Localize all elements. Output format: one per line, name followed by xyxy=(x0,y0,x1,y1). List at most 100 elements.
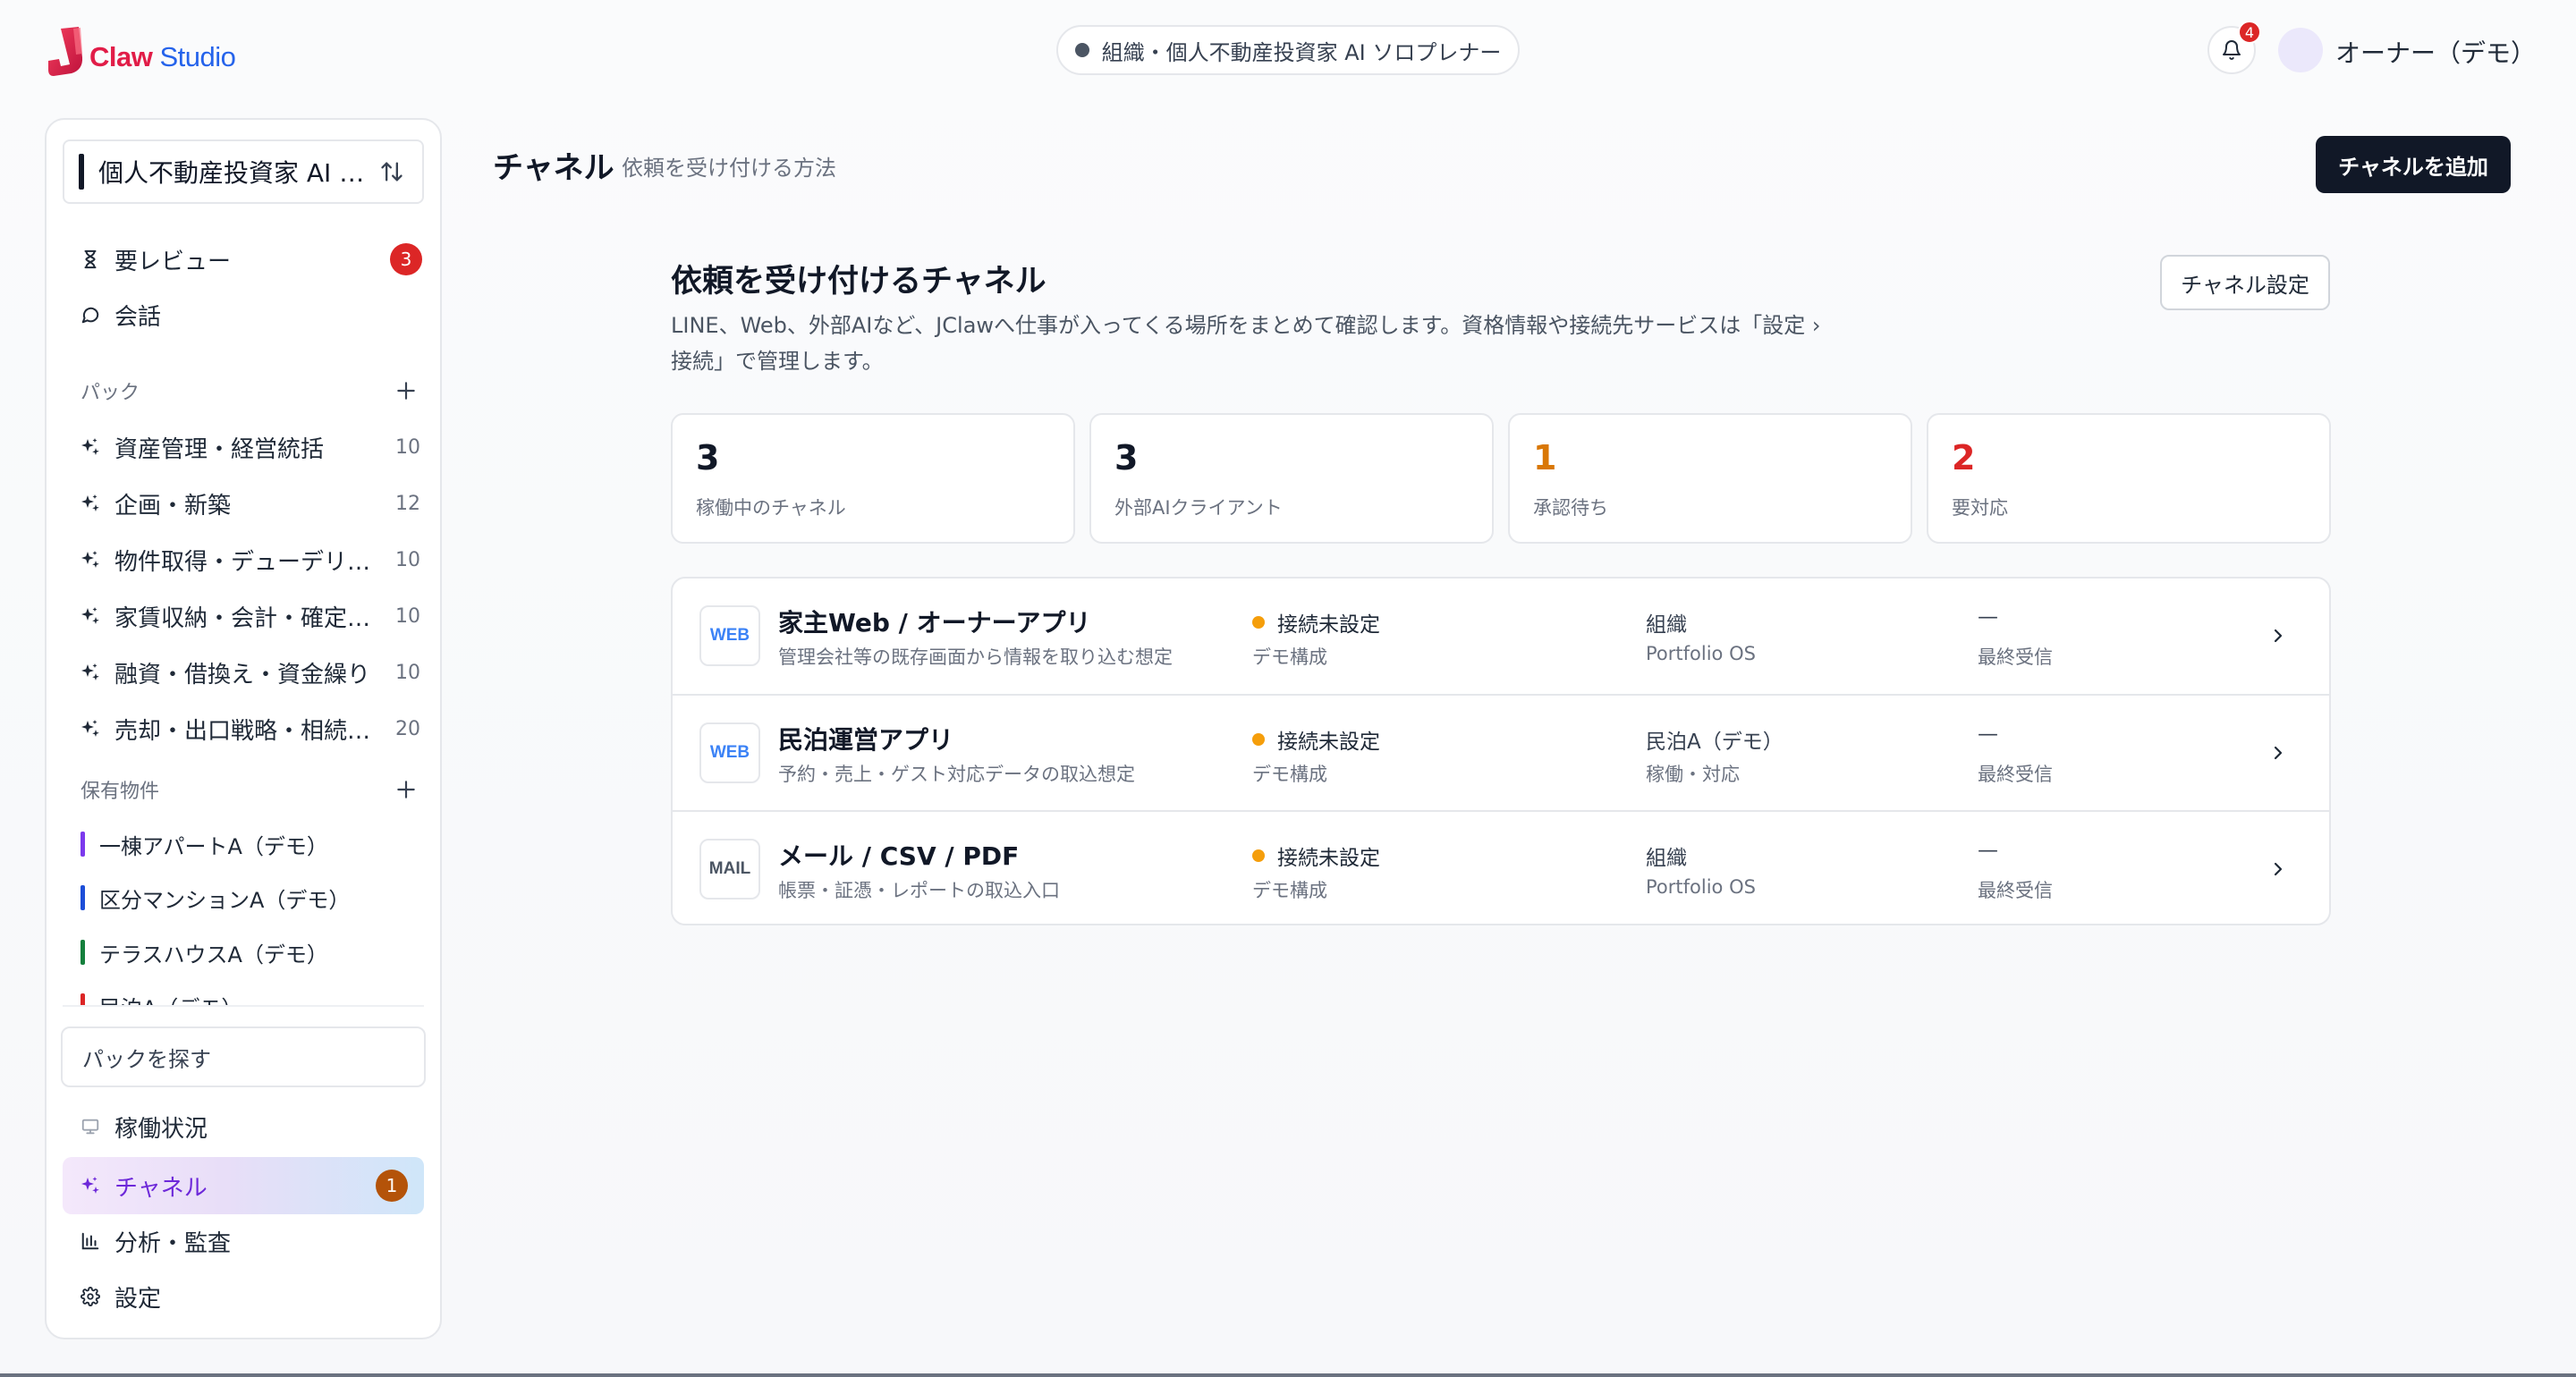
logo[interactable]: Claw Studio xyxy=(47,27,236,77)
sparkle-icon xyxy=(79,661,102,684)
sidebar-divider xyxy=(63,1005,424,1007)
org-selector[interactable]: 組織・個人不動産投資家 AI ソロプレナー xyxy=(1056,25,1520,75)
stat-card-pending-approval: 1 承認待ち xyxy=(1508,413,1912,544)
sidebar-property-item[interactable]: 区分マンションA（デモ） xyxy=(80,878,420,917)
sort-arrows-icon xyxy=(372,154,411,190)
sidebar-item-channels[interactable]: チャネル 1 xyxy=(63,1157,424,1214)
add-channel-button[interactable]: チャネルを追加 xyxy=(2316,136,2511,193)
pack-count: 20 xyxy=(395,717,420,740)
stat-value: 1 xyxy=(1533,438,1557,477)
channel-last-received: — xyxy=(1978,722,1998,746)
channel-row[interactable]: MAIL メール / CSV / PDF 帳票・証憑・レポートの取込入口 接続未… xyxy=(673,810,2329,924)
avatar[interactable] xyxy=(2278,28,2323,72)
sparkle-icon xyxy=(79,1174,102,1197)
chevron-right-icon[interactable] xyxy=(2263,618,2293,654)
channel-scope-detail: 稼働・対応 xyxy=(1646,764,1740,785)
stat-value: 3 xyxy=(1114,438,1139,477)
stat-value: 2 xyxy=(1952,438,1976,477)
channel-type-tag: WEB xyxy=(699,605,760,666)
stat-card-active-channels: 3 稼働中のチャネル xyxy=(671,413,1075,544)
channel-status-text: 接続未設定 xyxy=(1277,613,1380,637)
page-subtitle: 依頼を受け付ける方法 xyxy=(622,156,836,181)
channel-row[interactable]: WEB 民泊運営アプリ 予約・売上・ゲスト対応データの取込想定 接続未設定 デモ… xyxy=(673,694,2329,809)
pack-count: 10 xyxy=(395,604,420,628)
stat-label: 稼働中のチャネル xyxy=(696,497,846,519)
sidebar-property-item[interactable]: テラスハウスA（デモ） xyxy=(80,933,420,972)
channel-settings-button[interactable]: チャネル設定 xyxy=(2160,255,2330,310)
pack-count: 10 xyxy=(395,548,420,571)
user-menu[interactable]: オーナー（デモ） xyxy=(2335,34,2536,70)
channel-config: デモ構成 xyxy=(1252,880,1327,901)
sidebar-item-label: 設定 xyxy=(114,1285,162,1313)
packs-heading: パック xyxy=(80,382,140,404)
chat-bubble-icon xyxy=(79,303,102,326)
packs-section-header: パック xyxy=(80,373,420,409)
pack-count: 10 xyxy=(395,661,420,684)
add-property-plus-icon[interactable] xyxy=(392,775,420,804)
sidebar-item-label: 分析・監査 xyxy=(114,1229,232,1257)
sidebar-item-label: 会話 xyxy=(114,303,162,331)
sidebar-item-status[interactable]: 稼働状況 xyxy=(63,1102,424,1152)
channel-description: 予約・売上・ゲスト対応データの取込想定 xyxy=(778,764,1135,785)
channel-last-received-label: 最終受信 xyxy=(1978,646,2053,668)
sidebar-pack-item[interactable]: 物件取得・デューデリジェンス 10 xyxy=(63,535,424,585)
pack-count: 10 xyxy=(395,435,420,459)
sidebar-pack-item[interactable]: 家賃収納・会計・確定申告 10 xyxy=(63,591,424,641)
properties-heading: 保有物件 xyxy=(80,781,160,803)
channel-last-received: — xyxy=(1978,839,1998,862)
sidebar-item-label: 稼働状況 xyxy=(114,1115,208,1143)
pack-label: 企画・新築 xyxy=(114,492,232,520)
channel-type-tag: MAIL xyxy=(699,839,760,900)
pack-label: 資産管理・経営統括 xyxy=(114,435,325,463)
workspace-selector[interactable]: 個人不動産投資家 AI ソロプレナー xyxy=(63,139,424,204)
sparkle-icon xyxy=(79,604,102,628)
pack-count: 12 xyxy=(395,492,420,515)
bell-icon xyxy=(2223,40,2241,60)
section-description: LINE、Web、外部AIなど、JClawへ仕事が入ってくる場所をまとめて確認し… xyxy=(671,313,1821,374)
pack-search-button[interactable]: パックを探す xyxy=(61,1026,426,1087)
channel-type-tag: WEB xyxy=(699,722,760,783)
channel-config: デモ構成 xyxy=(1252,764,1327,785)
channel-scope: 組織 xyxy=(1646,613,1687,637)
sidebar-item-review[interactable]: 要レビュー 3 xyxy=(63,234,424,284)
channel-description: 帳票・証憑・レポートの取込入口 xyxy=(778,880,1060,901)
channel-status-text: 接続未設定 xyxy=(1277,847,1380,870)
pack-label: 売却・出口戦略・相続対策 xyxy=(114,717,385,745)
review-count-badge: 3 xyxy=(390,243,422,275)
property-label: テラスハウスA（デモ） xyxy=(99,942,328,967)
stat-card-needs-action: 2 要対応 xyxy=(1927,413,2331,544)
sidebar-pack-item[interactable]: 資産管理・経営統括 10 xyxy=(63,422,424,472)
channel-scope: 民泊A（デモ） xyxy=(1646,731,1784,754)
property-color-bar xyxy=(80,940,85,965)
notifications-button[interactable]: 4 xyxy=(2207,21,2261,74)
stat-label: 外部AIクライアント xyxy=(1114,497,1283,519)
channel-description: 管理会社等の既存画面から情報を取り込む想定 xyxy=(778,646,1173,668)
channel-scope-detail: Portfolio OS xyxy=(1646,876,1756,898)
stat-label: 承認待ち xyxy=(1533,497,1608,519)
stat-card-external-ai: 3 外部AIクライアント xyxy=(1089,413,1494,544)
claw-logo-icon xyxy=(47,27,84,77)
sidebar-item-settings[interactable]: 設定 xyxy=(63,1271,424,1322)
sidebar-pack-item[interactable]: 企画・新築 12 xyxy=(63,478,424,528)
properties-section-header: 保有物件 xyxy=(80,772,420,807)
channel-status-text: 接続未設定 xyxy=(1277,731,1380,754)
hourglass-icon xyxy=(79,248,102,271)
sidebar-pack-item[interactable]: 融資・借換え・資金繰り 10 xyxy=(63,647,424,697)
status-dot xyxy=(1252,616,1265,629)
org-status-dot xyxy=(1074,43,1089,57)
sidebar: 個人不動産投資家 AI ソロプレナー 要レビュー 3 会話 パック xyxy=(45,118,442,1339)
sparkle-icon xyxy=(79,435,102,459)
channel-name: 民泊運営アプリ xyxy=(778,725,954,755)
sparkle-icon xyxy=(79,492,102,515)
chevron-right-icon[interactable] xyxy=(2263,851,2293,887)
sidebar-item-chat[interactable]: 会話 xyxy=(63,290,424,340)
sidebar-property-item[interactable]: 一棟アパートA（デモ） xyxy=(80,824,420,864)
property-label: 一棟アパートA（デモ） xyxy=(99,833,328,859)
add-pack-plus-icon[interactable] xyxy=(392,376,420,405)
channel-row[interactable]: WEB 家主Web / オーナーアプリ 管理会社等の既存画面から情報を取り込む想… xyxy=(673,579,2329,694)
sidebar-pack-item[interactable]: 売却・出口戦略・相続対策 20 xyxy=(63,704,424,754)
org-label: 組織・個人不動産投資家 AI ソロプレナー xyxy=(1101,39,1502,65)
chevron-right-icon[interactable] xyxy=(2263,735,2293,771)
channel-last-received-label: 最終受信 xyxy=(1978,880,2053,901)
sidebar-item-analytics[interactable]: 分析・監査 xyxy=(63,1216,424,1266)
